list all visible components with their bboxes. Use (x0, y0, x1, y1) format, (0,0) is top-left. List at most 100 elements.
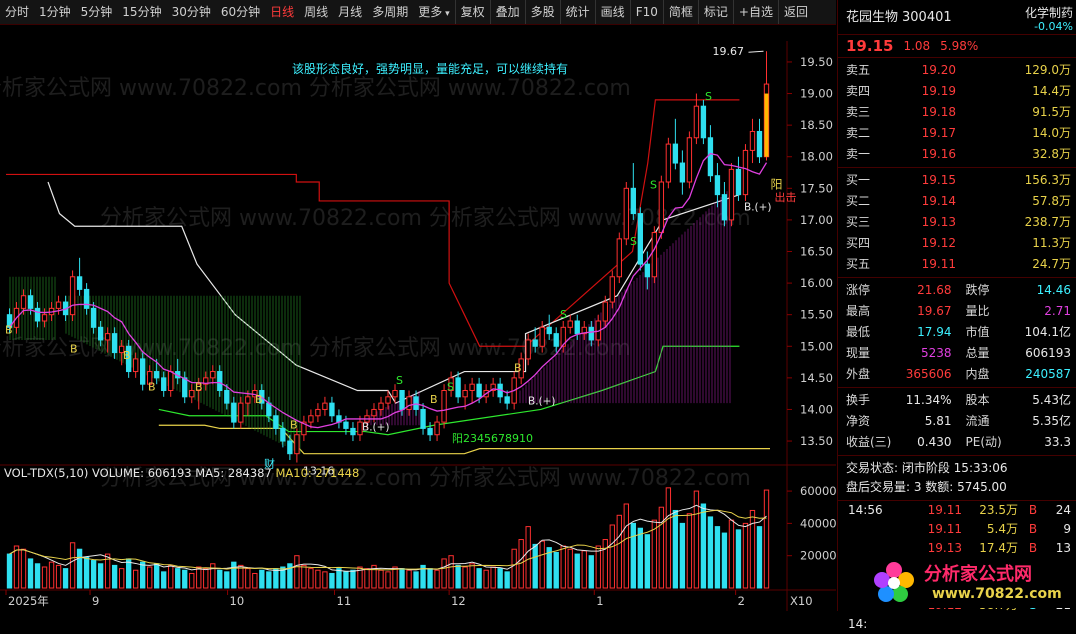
volume-bar[interactable] (141, 562, 145, 588)
volume-bar[interactable] (386, 572, 390, 588)
volume-bar[interactable] (21, 549, 25, 588)
chart-area[interactable]: 花园生物(日线,前复权)轻松跟庄操盘量能饱和度: 100.00突破: 17.72… (0, 25, 836, 611)
volume-bar[interactable] (470, 564, 474, 588)
period-4[interactable]: 30分钟 (167, 0, 216, 24)
volume-bar[interactable] (435, 570, 439, 588)
candle-body[interactable] (617, 239, 621, 277)
candle-body[interactable] (687, 138, 691, 182)
volume-bar[interactable] (729, 520, 733, 588)
candle-body[interactable] (757, 131, 761, 156)
volume-bar[interactable] (98, 564, 102, 588)
volume-bar[interactable] (323, 572, 327, 588)
candle-body[interactable] (239, 403, 243, 422)
candle-body[interactable] (169, 372, 173, 391)
toolbar-action-1[interactable]: 叠加 (490, 0, 525, 24)
candle-body[interactable] (652, 233, 656, 277)
volume-bar[interactable] (337, 569, 341, 588)
volume-bar[interactable] (365, 569, 369, 588)
volume-bar[interactable] (162, 572, 166, 588)
period-7[interactable]: 周线 (299, 0, 333, 24)
volume-bar[interactable] (498, 569, 502, 588)
volume-bar[interactable] (540, 541, 544, 588)
candle-body[interactable] (631, 188, 635, 213)
volume-bar[interactable] (197, 567, 201, 588)
volume-bar[interactable] (253, 573, 257, 588)
period-9[interactable]: 多周期 (367, 0, 413, 24)
candle-body[interactable] (603, 302, 607, 321)
volume-bar[interactable] (148, 567, 152, 588)
volume-bar[interactable] (155, 564, 159, 588)
candle-body[interactable] (386, 397, 390, 403)
candle-body[interactable] (274, 416, 278, 429)
candle-body[interactable] (554, 334, 558, 347)
volume-bar[interactable] (77, 549, 81, 588)
candle-body[interactable] (288, 441, 292, 454)
candle-body[interactable] (225, 391, 229, 404)
candle-body[interactable] (77, 277, 81, 290)
volume-bar[interactable] (687, 514, 691, 588)
volume-bar[interactable] (70, 543, 74, 588)
candle-body[interactable] (183, 378, 187, 397)
volume-bar[interactable] (645, 535, 649, 588)
period-5[interactable]: 60分钟 (216, 0, 265, 24)
candle-body[interactable] (435, 422, 439, 435)
candle-body[interactable] (42, 315, 46, 321)
volume-bar[interactable] (477, 569, 481, 588)
volume-bar[interactable] (225, 572, 229, 588)
volume-bar[interactable] (743, 523, 747, 588)
volume-bar[interactable] (267, 572, 271, 588)
candle-body[interactable] (414, 397, 418, 410)
volume-bar[interactable] (176, 569, 180, 588)
volume-bar[interactable] (722, 533, 726, 588)
volume-bar[interactable] (638, 528, 642, 588)
candle-body[interactable] (701, 106, 705, 138)
volume-bar[interactable] (393, 567, 397, 588)
toolbar-action-7[interactable]: 标记 (698, 0, 733, 24)
volume-bar[interactable] (232, 562, 236, 588)
volume-bar[interactable] (126, 559, 130, 588)
candle-body[interactable] (421, 409, 425, 428)
candle-body[interactable] (281, 428, 285, 441)
volume-bar[interactable] (589, 556, 593, 588)
volume-bar[interactable] (28, 559, 32, 588)
candle-body[interactable] (750, 131, 754, 150)
candle-body[interactable] (428, 428, 432, 434)
candle-body[interactable] (393, 391, 397, 397)
period-6[interactable]: 日线 (265, 0, 299, 24)
volume-bar[interactable] (414, 572, 418, 588)
candle-body[interactable] (708, 138, 712, 176)
candle-body[interactable] (400, 391, 404, 410)
volume-bar[interactable] (330, 573, 334, 588)
period-2[interactable]: 5分钟 (76, 0, 118, 24)
volume-bar[interactable] (603, 540, 607, 588)
volume-bar[interactable] (617, 515, 621, 588)
toolbar-action-3[interactable]: 统计 (560, 0, 595, 24)
volume-bar[interactable] (260, 570, 264, 588)
candle-body[interactable] (673, 144, 677, 163)
volume-bar[interactable] (309, 569, 313, 588)
volume-bar[interactable] (351, 570, 355, 588)
candle-body[interactable] (442, 391, 446, 423)
candle-body[interactable] (645, 264, 649, 277)
toolbar-action-4[interactable]: 画线 (595, 0, 630, 24)
kline-chart[interactable]: 分析家公式网 www.70822.com 分析家公式网 www.70822.co… (0, 25, 836, 611)
candle-body[interactable] (316, 409, 320, 415)
volume-bar[interactable] (428, 569, 432, 588)
volume-bar[interactable] (442, 559, 446, 588)
candle-body[interactable] (456, 378, 460, 397)
volume-bar[interactable] (407, 570, 411, 588)
candle-body[interactable] (351, 428, 355, 434)
candle-body[interactable] (379, 403, 383, 409)
volume-bar[interactable] (512, 549, 516, 588)
volume-bar[interactable] (316, 570, 320, 588)
volume-bar[interactable] (400, 569, 404, 588)
candle-body[interactable] (540, 327, 544, 346)
volume-bar[interactable] (610, 525, 614, 588)
candle-body[interactable] (211, 372, 215, 378)
candle-body[interactable] (624, 188, 628, 239)
volume-bar[interactable] (295, 556, 299, 588)
volume-bar[interactable] (554, 552, 558, 588)
candle-body[interactable] (533, 340, 537, 346)
volume-bar[interactable] (302, 565, 306, 588)
candle-body[interactable] (105, 334, 109, 340)
